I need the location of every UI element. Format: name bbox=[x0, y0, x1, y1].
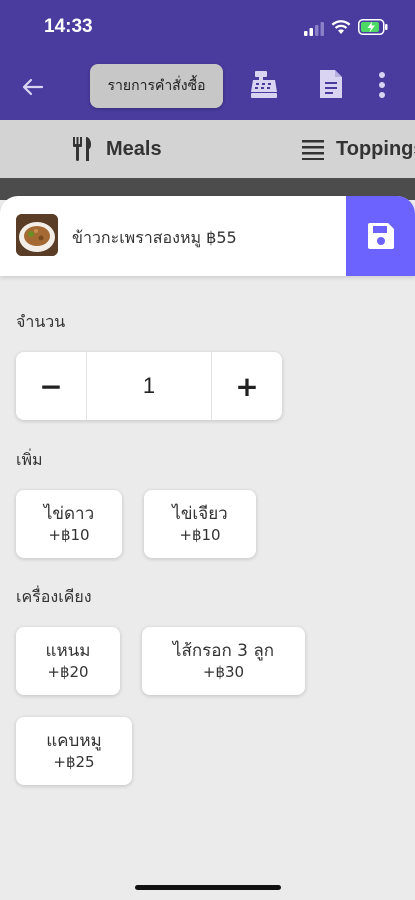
wifi-icon bbox=[331, 20, 351, 34]
save-icon bbox=[367, 223, 394, 249]
addon-option-fried-egg[interactable]: ไข่ดาว +฿10 bbox=[16, 490, 122, 558]
cash-register-icon[interactable] bbox=[248, 68, 280, 100]
home-indicator bbox=[135, 885, 281, 890]
quantity-stepper: − 1 + bbox=[16, 352, 282, 420]
back-arrow-icon[interactable] bbox=[18, 72, 48, 102]
status-bar: 14:33 bbox=[0, 0, 415, 56]
option-name: ไข่เจียว bbox=[172, 504, 228, 524]
battery-icon bbox=[358, 19, 388, 35]
increment-button[interactable]: + bbox=[212, 352, 282, 420]
option-price: +฿25 bbox=[53, 753, 95, 771]
option-name: แหนม bbox=[45, 641, 91, 661]
option-price: +฿10 bbox=[179, 526, 221, 544]
document-icon[interactable] bbox=[318, 68, 344, 100]
option-price: +฿30 bbox=[202, 663, 245, 681]
toolbar: รายการคำสั่งซื้อ bbox=[0, 56, 415, 120]
list-icon bbox=[302, 140, 324, 160]
option-name: ไข่ดาว bbox=[43, 504, 95, 524]
addon-option-omelette[interactable]: ไข่เจียว +฿10 bbox=[144, 490, 256, 558]
item-title: ข้าวกะเพราสองหมู ฿55 bbox=[72, 228, 237, 247]
decrement-button[interactable]: − bbox=[16, 352, 86, 420]
quantity-value: 1 bbox=[86, 352, 212, 420]
side-option-naem[interactable]: แหนม +฿20 bbox=[16, 627, 120, 695]
more-vertical-icon[interactable] bbox=[378, 70, 386, 100]
selected-item-bar: ข้าวกะเพราสองหมู ฿55 bbox=[0, 196, 415, 276]
item-thumbnail bbox=[16, 214, 58, 256]
status-time: 14:33 bbox=[44, 16, 93, 37]
addons-label: เพิ่ม bbox=[16, 450, 43, 469]
sides-label: เครื่องเคียง bbox=[16, 587, 92, 606]
quantity-label: จำนวน bbox=[16, 312, 66, 331]
option-price: +฿10 bbox=[48, 526, 90, 544]
option-name: ไส้กรอก 3 ลูก bbox=[172, 641, 275, 661]
tab-meals-label: Meals bbox=[106, 137, 162, 160]
app-header: 14:33 รายการคำสั่งซื้อ bbox=[0, 0, 415, 120]
tab-toppings[interactable]: Toppings bbox=[302, 120, 415, 178]
save-button[interactable] bbox=[346, 196, 415, 276]
tab-toppings-label: Toppings bbox=[336, 137, 415, 160]
tab-meals[interactable]: Meals bbox=[72, 120, 162, 178]
side-option-pork-crackling[interactable]: แคบหมู +฿25 bbox=[16, 717, 132, 785]
option-price: +฿20 bbox=[47, 663, 89, 681]
fork-knife-icon bbox=[73, 137, 92, 161]
option-name: แคบหมู bbox=[46, 731, 102, 751]
category-tabs: Meals Toppings bbox=[0, 120, 415, 178]
order-list-button[interactable]: รายการคำสั่งซื้อ bbox=[90, 64, 223, 108]
side-option-sausage[interactable]: ไส้กรอก 3 ลูก +฿30 bbox=[142, 627, 305, 695]
signal-icon bbox=[304, 22, 324, 36]
